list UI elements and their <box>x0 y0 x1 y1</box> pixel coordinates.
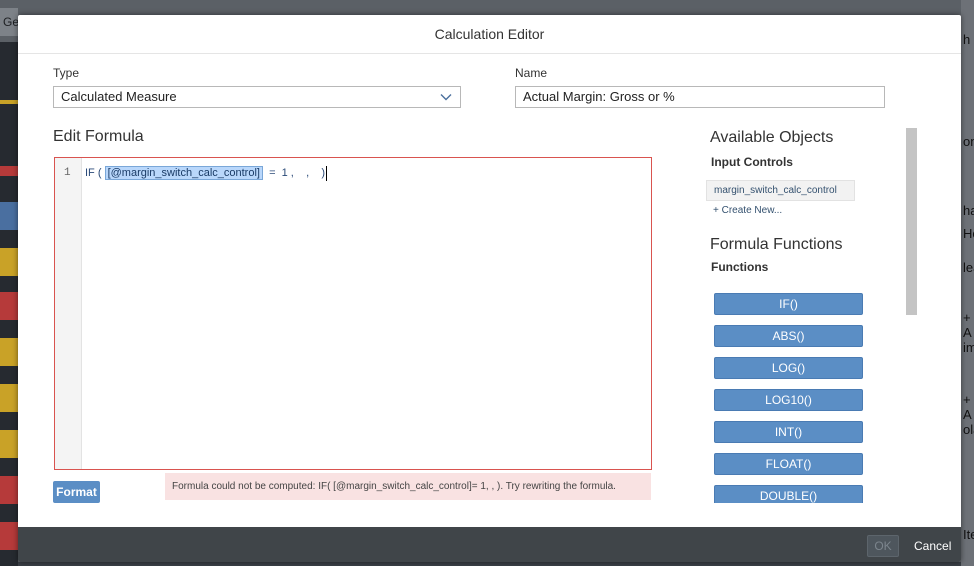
background-glyph: Ite <box>963 527 974 542</box>
function-button-int[interactable]: INT() <box>714 421 863 443</box>
background-glyph: ha <box>963 203 974 218</box>
type-select-value: Calculated Measure <box>61 89 177 104</box>
name-input[interactable]: Actual Margin: Gross or % <box>515 86 885 108</box>
background-block <box>0 248 18 276</box>
background-glyph: + A <box>963 310 972 340</box>
cancel-button[interactable]: Cancel <box>908 535 957 557</box>
function-button-float[interactable]: FLOAT() <box>714 453 863 475</box>
background-block <box>0 338 18 366</box>
format-button[interactable]: Format <box>53 481 100 503</box>
function-button-log[interactable]: LOG() <box>714 357 863 379</box>
background-glyph: + A <box>963 392 972 422</box>
background-block <box>0 100 18 104</box>
background-glyph: Ho <box>963 226 974 241</box>
dialog-title: Calculation Editor <box>434 26 545 42</box>
background-block <box>0 166 18 176</box>
background-block <box>0 522 18 550</box>
background-glyph: h <box>963 32 971 47</box>
edit-formula-heading: Edit Formula <box>53 128 144 145</box>
function-button-log10[interactable]: LOG10() <box>714 389 863 411</box>
title-divider <box>18 53 961 54</box>
function-button-abs[interactable]: ABS() <box>714 325 863 347</box>
background-block <box>0 292 18 320</box>
background-block <box>0 384 18 412</box>
input-control-item[interactable]: margin_switch_calc_control <box>706 180 855 201</box>
text-caret <box>326 165 328 181</box>
formula-error-message: Formula could not be computed: IF( [@mar… <box>165 473 651 500</box>
background-glyph: im <box>963 340 974 355</box>
formula-functions-heading: Formula Functions <box>710 236 843 253</box>
name-input-value: Actual Margin: Gross or % <box>523 89 675 104</box>
dialog-footer: OK Cancel <box>18 527 961 562</box>
background-glyph: ola <box>963 422 974 437</box>
formula-editor[interactable]: 1 IF ( [@margin_switch_calc_control] = 1… <box>54 157 652 470</box>
type-select[interactable]: Calculated Measure <box>53 86 461 108</box>
calculation-editor-dialog: Calculation Editor Type Calculated Measu… <box>18 15 961 562</box>
create-new-link[interactable]: + Create New... <box>713 205 782 216</box>
line-gutter: 1 <box>55 158 82 469</box>
available-objects-heading: Available Objects <box>710 129 834 146</box>
input-controls-heading: Input Controls <box>711 155 793 169</box>
background-block <box>0 476 18 504</box>
formula-prefix: IF ( <box>85 167 105 179</box>
background-right-panel: h on ha Ho lea + A im + A ola Ite <box>961 0 974 566</box>
formula-suffix: = 1 , , ) <box>262 167 326 179</box>
background-block <box>0 202 18 230</box>
chevron-down-icon <box>440 94 452 101</box>
name-label: Name <box>515 66 548 80</box>
panel-scrollbar[interactable] <box>906 128 917 315</box>
formula-selected-token[interactable]: [@margin_switch_calc_control] <box>104 166 263 180</box>
background-tab: Ge <box>0 8 18 36</box>
background-glyph: on <box>963 134 974 149</box>
function-list: IF() ABS() LOG() LOG10() INT() FLOAT() D… <box>714 293 864 503</box>
function-button-double[interactable]: DOUBLE() <box>714 485 863 503</box>
background-block <box>0 430 18 458</box>
type-label: Type <box>53 66 80 80</box>
function-button-if[interactable]: IF() <box>714 293 863 315</box>
functions-heading: Functions <box>711 260 769 274</box>
line-number: 1 <box>64 167 71 179</box>
formula-code-line[interactable]: IF ( [@margin_switch_calc_control] = 1 ,… <box>85 165 328 181</box>
background-glyph: lea <box>963 260 974 275</box>
background-left-panel <box>0 42 18 566</box>
ok-button[interactable]: OK <box>867 535 899 557</box>
